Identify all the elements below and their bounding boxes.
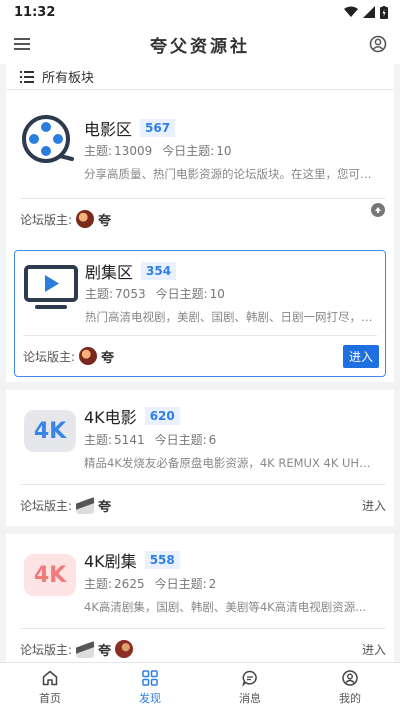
topics-value: 13009 (114, 144, 153, 158)
forum-description: 热门高清电视剧，美剧、国剧、韩剧、日剧一网打尽，尽... (85, 310, 377, 324)
section-title: 所有板块 (42, 71, 95, 86)
moderator-label: 论坛版主: (20, 212, 73, 227)
avatar[interactable] (115, 640, 134, 658)
grid-icon (142, 670, 158, 686)
forum-card-movies[interactable]: 电影区 567 主题: 13009 今日主题: 10 分享高质量、热门电影资源的论坛版块… (6, 98, 394, 239)
app-bar: 夸父资源社 (0, 24, 400, 64)
tab-profile[interactable]: 我的 (300, 663, 400, 712)
forum-description: 精品4K发烧友必备原盘电影资源，4K REMUX 4K UHD等... (84, 456, 376, 470)
moderator-label: 论坛版主: (20, 498, 73, 513)
forum-list: 所有板块 电影区 567 主题: 13009 今日主题: 10 分享高质量、热门电影资源… (6, 64, 394, 662)
tab-label: 消息 (239, 692, 261, 705)
moderator-name[interactable]: 夸 (98, 640, 111, 659)
today-label: 今日主题: (154, 577, 207, 591)
forum-name: 4K电影 (84, 408, 137, 427)
section-header: 所有板块 (6, 64, 394, 90)
forum-stats: 主题: 13009 今日主题: 10 (84, 142, 242, 159)
today-label: 今日主题: (162, 144, 215, 158)
forum-stats: 主题: 5141 今日主题: 6 (84, 431, 226, 448)
avatar[interactable] (79, 347, 98, 365)
today-value: 2 (208, 577, 217, 591)
forum-count-badge: 354 (141, 262, 177, 280)
film-reel-icon (22, 115, 74, 163)
app-title: 夸父资源社 (150, 36, 250, 57)
forum-count-badge: 620 (144, 407, 180, 425)
moderator-label: 论坛版主: (23, 349, 76, 364)
scroll-to-top-button[interactable] (371, 203, 385, 217)
today-label: 今日主题: (154, 433, 207, 447)
user-icon (342, 670, 358, 686)
moderator-name[interactable]: 夸 (98, 210, 111, 229)
moderator-name[interactable]: 夸 (98, 496, 111, 515)
topics-label: 主题: (84, 144, 113, 158)
tab-label: 首页 (39, 692, 61, 705)
forum-description: 4K高清剧集，国剧、韩剧、美剧等4K高清电视剧资源... (84, 600, 367, 614)
forum-card-series[interactable]: 剧集区 354 主题: 7053 今日主题: 10 热门高清电视剧，美剧、国剧、韩剧、日… (14, 250, 386, 377)
enter-button[interactable]: 进入 (342, 344, 379, 368)
bottom-tab-bar: 首页 发现 消息 我的 (0, 662, 400, 712)
today-value: 6 (208, 433, 217, 447)
forum-name: 电影区 (84, 120, 133, 139)
tab-label: 我的 (339, 692, 361, 705)
forum-stats: 主题: 2625 今日主题: 2 (84, 575, 226, 592)
chat-icon (242, 670, 257, 687)
topics-value: 5141 (114, 433, 145, 447)
battery-icon (380, 5, 388, 19)
4k-icon-text: 4K (33, 418, 67, 444)
forum-count-badge: 558 (144, 551, 180, 569)
topics-label: 主题: (84, 577, 113, 591)
enter-button[interactable]: 进入 (362, 641, 386, 658)
profile-icon[interactable] (368, 34, 388, 54)
topics-value: 2625 (114, 577, 145, 591)
tab-discover[interactable]: 发现 (100, 663, 200, 712)
forum-count-badge: 567 (140, 119, 176, 137)
arrow-up-icon (375, 207, 381, 213)
4k-icon: 4K (24, 410, 76, 452)
signal-icon (363, 6, 375, 18)
home-icon (42, 670, 58, 686)
list-icon (20, 70, 34, 83)
avatar[interactable] (76, 210, 95, 228)
moderator-name[interactable]: 夸 (101, 347, 114, 366)
today-value: 10 (209, 287, 225, 301)
wifi-icon (344, 6, 358, 17)
tab-home[interactable]: 首页 (0, 663, 100, 712)
forum-name: 4K剧集 (84, 552, 137, 571)
forum-description: 分享高质量、热门电影资源的论坛版块。在这里，您可以... (84, 167, 376, 181)
forum-card-4k-series[interactable]: 4K 4K剧集 558 主题: 2625 今日主题: 2 4K高清剧集，国剧、韩剧、美剧… (6, 534, 394, 662)
tv-play-icon (24, 265, 78, 309)
enter-button[interactable]: 进入 (362, 497, 386, 514)
moderator-label: 论坛版主: (20, 642, 73, 657)
topics-value: 7053 (115, 287, 146, 301)
avatar[interactable] (76, 496, 95, 514)
topics-label: 主题: (84, 433, 113, 447)
tab-messages[interactable]: 消息 (200, 663, 300, 712)
status-bar: 11:32 (0, 0, 400, 24)
tab-label: 发现 (139, 692, 161, 705)
forum-card-4k-movies[interactable]: 4K 4K电影 620 主题: 5141 今日主题: 6 精品4K发烧友必备原盘电影资源… (6, 390, 394, 525)
today-label: 今日主题: (155, 287, 208, 301)
forum-name: 剧集区 (85, 263, 134, 282)
topics-label: 主题: (85, 287, 114, 301)
menu-icon[interactable] (12, 34, 32, 54)
4k-icon: 4K (24, 554, 76, 596)
forum-stats: 主题: 7053 今日主题: 10 (85, 285, 235, 302)
status-time: 11:32 (14, 4, 56, 20)
4k-icon-text: 4K (33, 562, 67, 588)
today-value: 10 (216, 144, 232, 158)
avatar[interactable] (76, 640, 95, 658)
